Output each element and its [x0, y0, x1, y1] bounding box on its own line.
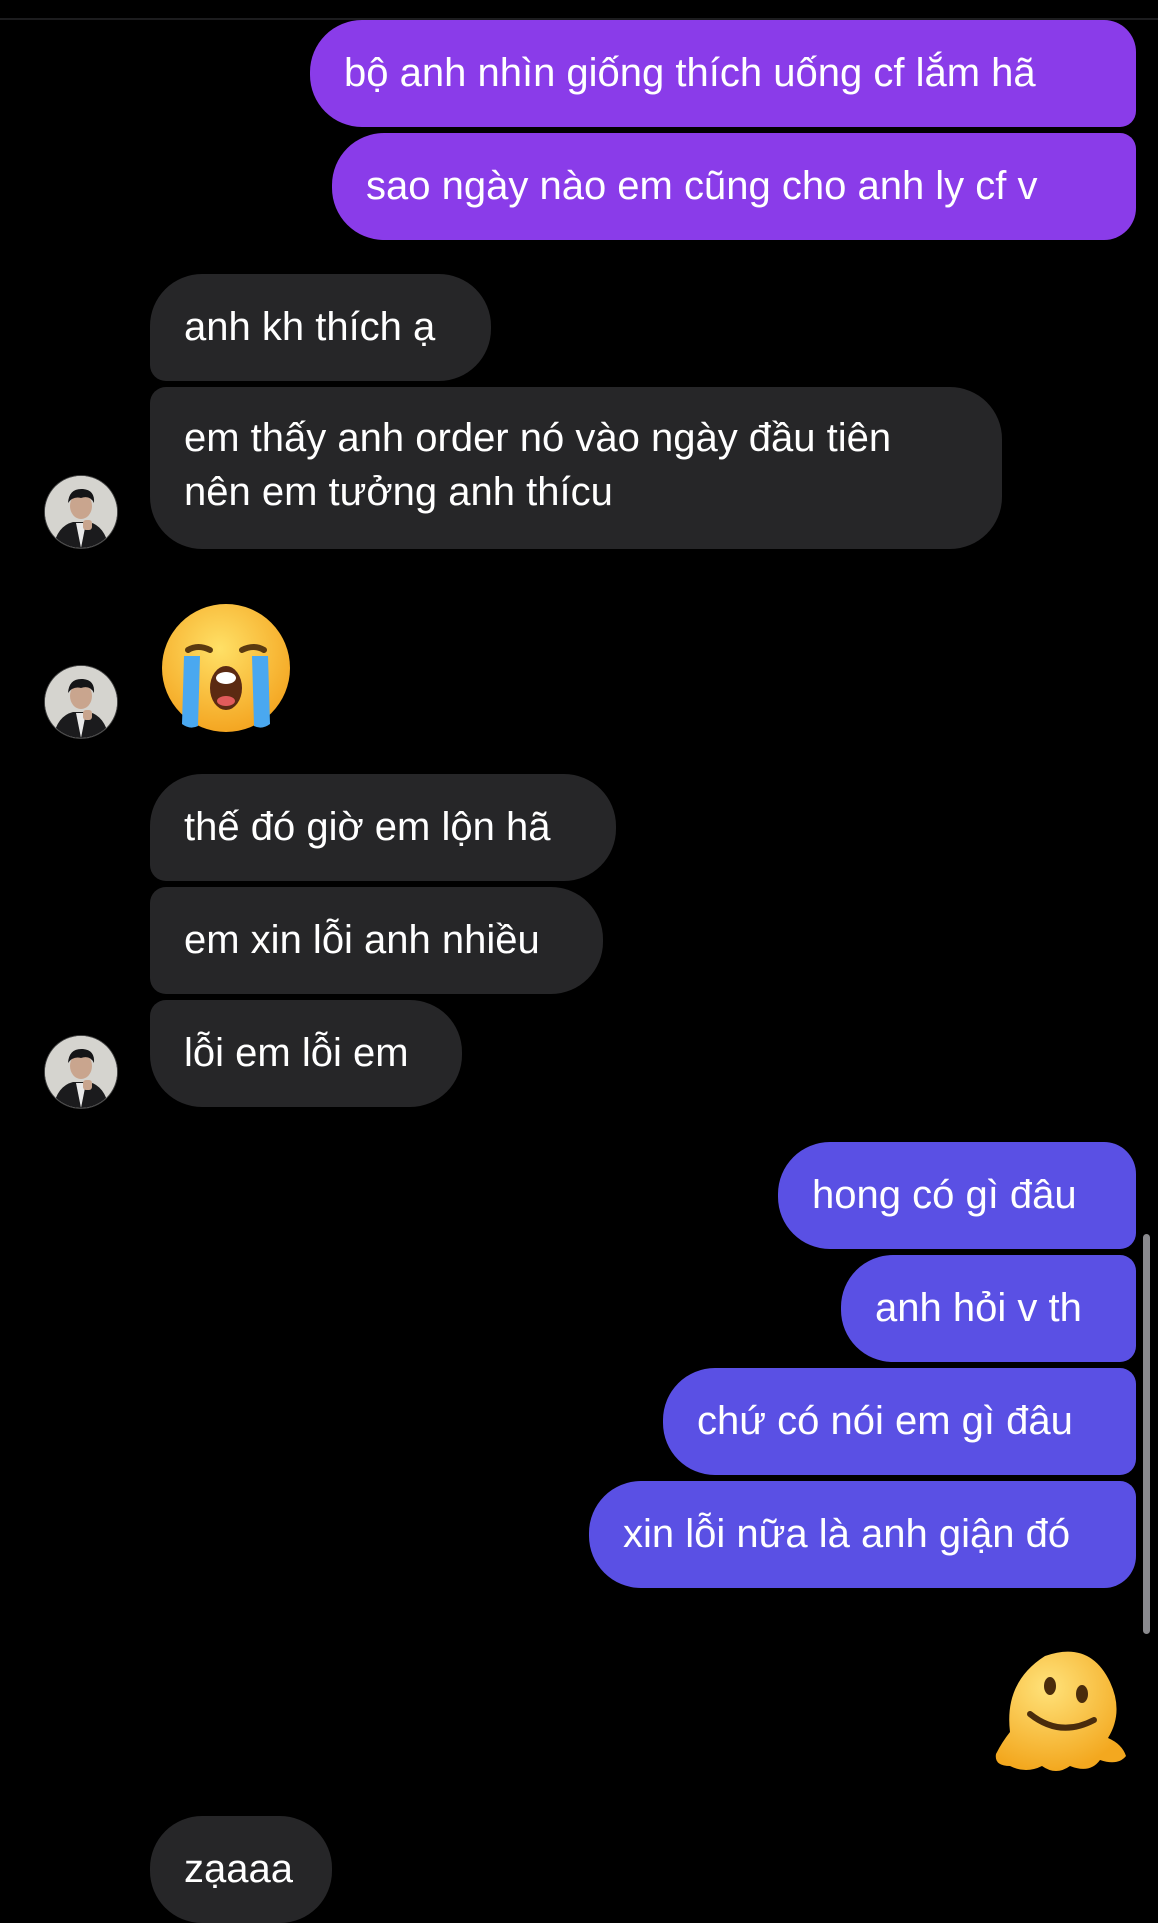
outgoing-message[interactable]: bộ anh nhìn giống thích uống cf lắm hã [310, 20, 1136, 127]
outgoing-message[interactable]: anh hỏi v th [841, 1255, 1136, 1362]
melt-emoji-icon [995, 1651, 1126, 1771]
person-photo-icon [45, 1036, 117, 1108]
outgoing-message[interactable]: chứ có nói em gì đâu [663, 1368, 1136, 1475]
incoming-message[interactable]: em thấy anh order nó vào ngày đầu tiên n… [150, 387, 1002, 549]
incoming-message[interactable]: zạaaa [150, 1816, 332, 1923]
outgoing-message[interactable]: hong có gì đâu [778, 1142, 1136, 1249]
incoming-message[interactable]: thế đó giờ em lộn hã [150, 774, 616, 881]
contact-avatar[interactable] [45, 476, 117, 548]
outgoing-message[interactable]: xin lỗi nữa là anh giận đó [589, 1481, 1136, 1588]
incoming-message[interactable]: em xin lỗi anh nhiều [150, 887, 603, 994]
melting-face-emoji[interactable] [990, 1642, 1130, 1782]
contact-avatar[interactable] [45, 1036, 117, 1108]
person-photo-icon [45, 666, 117, 738]
contact-avatar[interactable] [45, 666, 117, 738]
incoming-message[interactable]: anh kh thích ạ [150, 274, 491, 381]
incoming-message[interactable]: lỗi em lỗi em [150, 1000, 462, 1107]
scrollbar-thumb[interactable] [1143, 1234, 1150, 1634]
outgoing-message[interactable]: sao ngày nào em cũng cho anh ly cf v [332, 133, 1136, 240]
loudly-crying-face-emoji[interactable] [158, 600, 294, 736]
sob-emoji-icon [162, 604, 290, 732]
person-photo-icon [45, 476, 117, 548]
